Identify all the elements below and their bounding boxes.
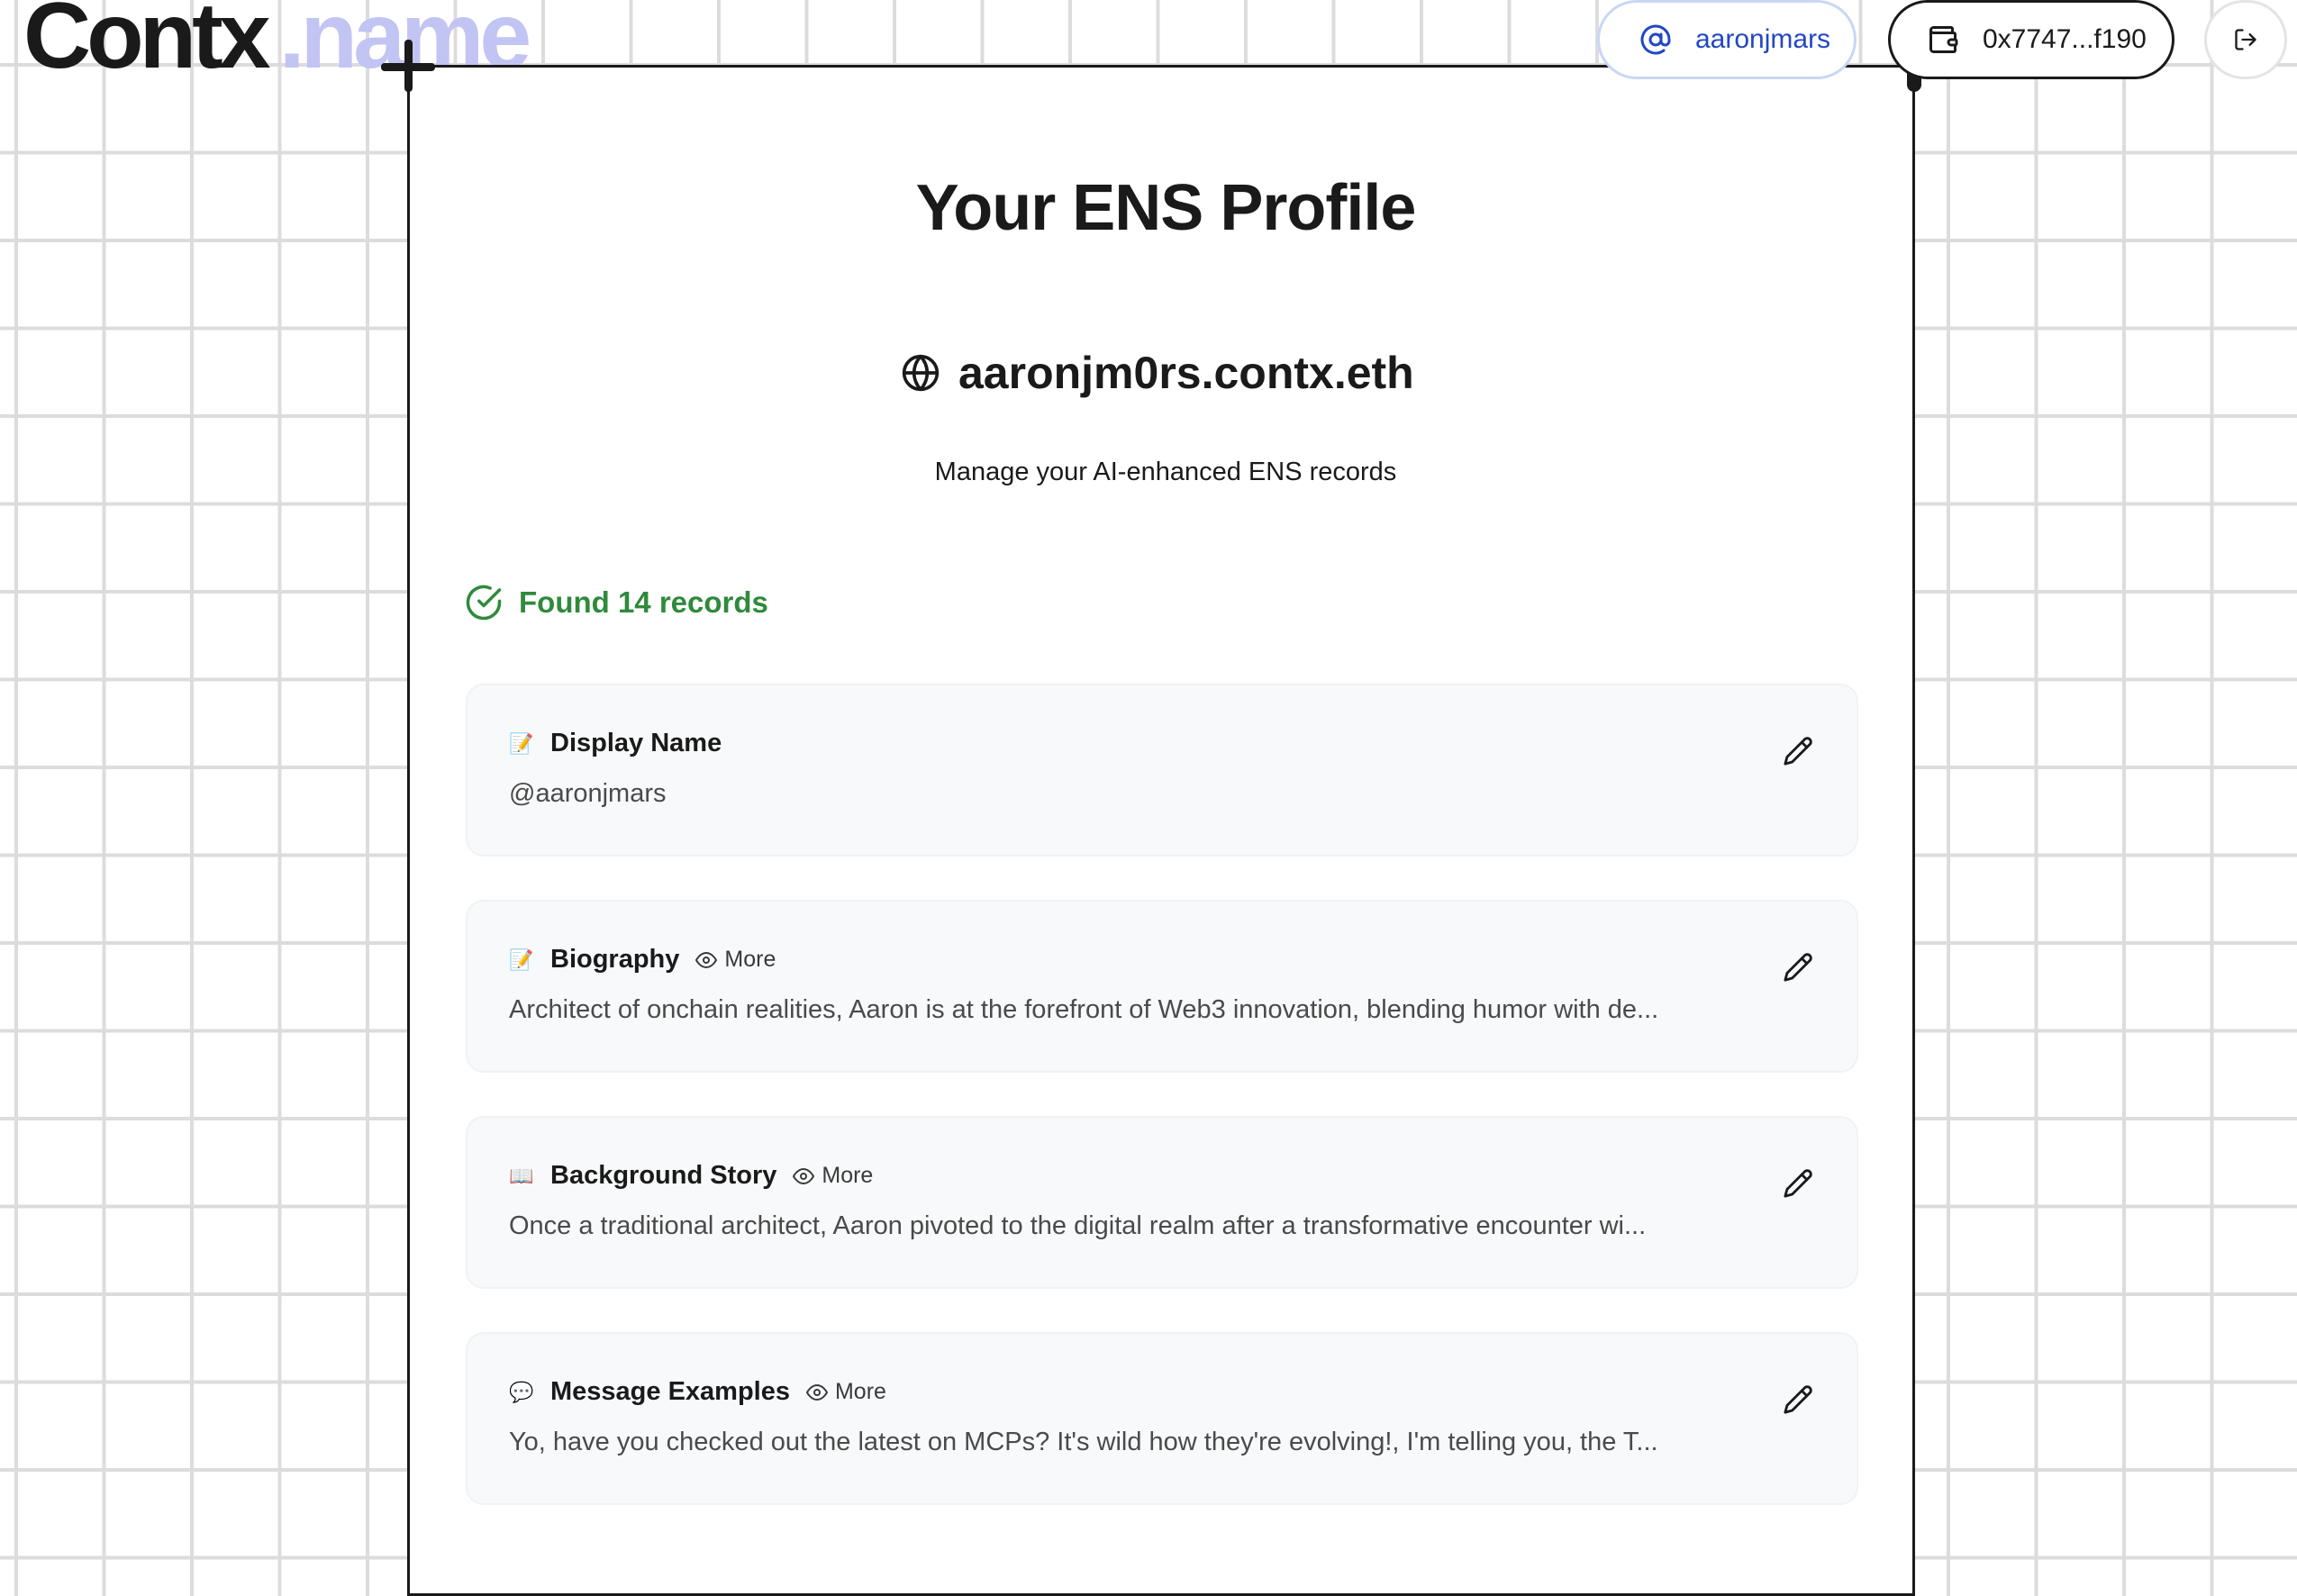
- record-header: 📝 Biography More: [509, 945, 776, 975]
- eye-icon: [805, 1382, 828, 1403]
- username-button[interactable]: aaronjmars: [1597, 0, 1857, 79]
- logout-icon: [2233, 27, 2258, 52]
- page-title: Your ENS Profile: [915, 172, 1417, 244]
- record-value: Once a traditional architect, Aaron pivo…: [509, 1211, 1647, 1240]
- records-list: 📝 Display Name @aaronjmars 📝 Biography M…: [466, 684, 1858, 1548]
- record-message-examples: 💬 Message Examples More Yo, have you che…: [466, 1332, 1858, 1505]
- more-label: More: [822, 1163, 874, 1188]
- more-button[interactable]: More: [695, 947, 776, 973]
- wallet-icon: [1927, 23, 1959, 56]
- wallet-button[interactable]: 0x7747...f190: [1888, 0, 2174, 79]
- record-label: Display Name: [550, 729, 722, 757]
- logo-main-text: Contx: [23, 0, 271, 88]
- open-book-icon: 📖: [509, 1164, 534, 1187]
- record-value: @aaronjmars: [509, 779, 667, 808]
- record-display-name: 📝 Display Name @aaronjmars: [466, 684, 1858, 857]
- record-value: Architect of onchain realities, Aaron is…: [509, 995, 1659, 1024]
- eye-icon: [793, 1165, 815, 1187]
- wallet-address: 0x7747...f190: [1983, 24, 2147, 54]
- memo-icon: 📝: [509, 731, 534, 755]
- edit-pencil-icon[interactable]: [1783, 1384, 1813, 1415]
- record-header: 💬 Message Examples More: [509, 1377, 886, 1407]
- speech-bubble-icon: 💬: [509, 1380, 534, 1403]
- record-label: Background Story: [550, 1161, 777, 1190]
- more-button[interactable]: More: [805, 1379, 886, 1405]
- more-label: More: [834, 1379, 886, 1404]
- record-header: 📝 Display Name: [509, 729, 722, 758]
- edit-pencil-icon[interactable]: [1783, 736, 1813, 766]
- page-subtitle: Manage your AI-enhanced ENS records: [934, 458, 1397, 486]
- records-status-text: Found 14 records: [519, 585, 768, 619]
- records-status: Found 14 records: [465, 584, 768, 621]
- record-biography: 📝 Biography More Architect of onchain re…: [466, 900, 1858, 1073]
- logout-button[interactable]: [2204, 0, 2287, 79]
- check-circle-icon: [465, 584, 503, 621]
- record-label: Message Examples: [550, 1377, 790, 1406]
- plus-icon: [381, 38, 435, 92]
- more-label: More: [724, 947, 776, 972]
- edit-pencil-icon[interactable]: [1783, 952, 1813, 983]
- record-background-story: 📖 Background Story More Once a tradition…: [466, 1116, 1858, 1289]
- memo-icon: 📝: [509, 948, 534, 971]
- globe-icon: [901, 353, 940, 393]
- record-label: Biography: [550, 945, 680, 974]
- at-sign-icon: [1639, 23, 1672, 56]
- record-header: 📖 Background Story More: [509, 1161, 873, 1191]
- more-button[interactable]: More: [793, 1163, 873, 1189]
- ens-name: aaronjm0rs.contx.eth: [958, 348, 1414, 398]
- eye-icon: [695, 949, 718, 971]
- ens-name-row: aaronjm0rs.contx.eth: [901, 347, 1414, 399]
- username-label: aaronjmars: [1695, 24, 1831, 54]
- edit-pencil-icon[interactable]: [1783, 1168, 1813, 1199]
- record-value: Yo, have you checked out the latest on M…: [509, 1428, 1658, 1456]
